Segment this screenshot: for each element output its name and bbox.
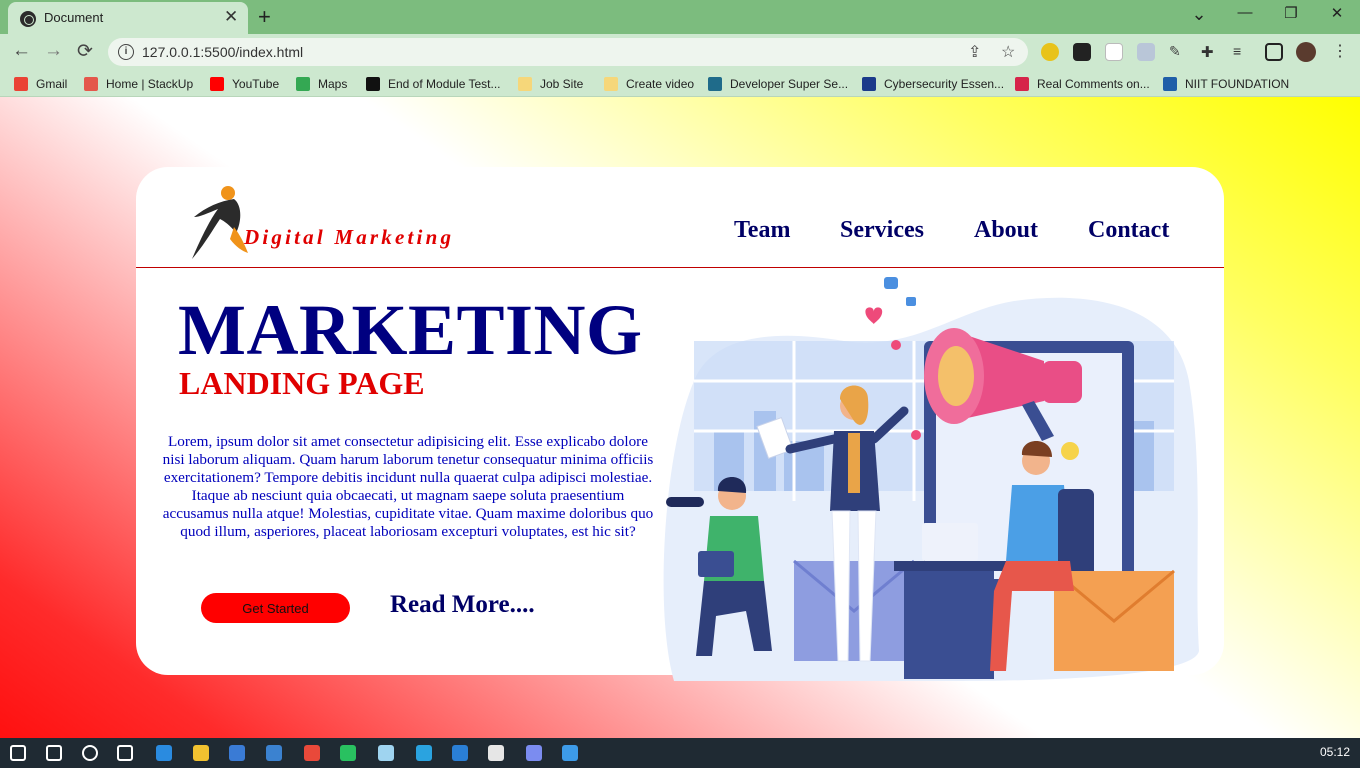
- bookmark-item[interactable]: Developer Super Se...: [708, 75, 848, 93]
- tab-strip: Document ✕ + ⌄ — ❐ ✕: [0, 0, 1360, 34]
- forward-button[interactable]: →: [44, 40, 63, 62]
- app-icon[interactable]: [526, 745, 542, 761]
- nav-link-about[interactable]: About: [974, 217, 1038, 244]
- bookmark-item[interactable]: Cybersecurity Essen...: [862, 75, 1004, 93]
- photos-icon[interactable]: [562, 745, 578, 761]
- bookmark-favicon-icon: [1163, 77, 1177, 91]
- bookmark-label: NIIT FOUNDATION: [1185, 77, 1290, 91]
- new-tab-button[interactable]: +: [258, 4, 271, 30]
- bookmark-item[interactable]: Real Comments on...: [1015, 75, 1150, 93]
- telegram-icon[interactable]: [416, 745, 432, 761]
- bookmark-label: Cybersecurity Essen...: [884, 77, 1005, 91]
- logo-text[interactable]: Digital Marketing: [244, 225, 454, 250]
- mail-icon[interactable]: [266, 745, 282, 761]
- nav-link-contact[interactable]: Contact: [1088, 217, 1169, 244]
- nav-link-team[interactable]: Team: [734, 217, 790, 244]
- vscode-icon[interactable]: [452, 745, 468, 761]
- bookmark-item[interactable]: Home | StackUp: [84, 75, 193, 93]
- close-window-button[interactable]: ✕: [1314, 4, 1360, 22]
- file-explorer-icon[interactable]: [193, 745, 209, 761]
- bookmark-label: YouTube: [232, 77, 280, 91]
- site-info-icon[interactable]: i: [118, 44, 134, 60]
- bookmark-item[interactable]: NIIT FOUNDATION: [1163, 75, 1289, 93]
- logo-icon: [192, 186, 248, 259]
- url-text[interactable]: 127.0.0.1:5500/index.html: [142, 44, 303, 60]
- bookmark-label: Maps: [318, 77, 348, 91]
- media-control-icon[interactable]: ≡: [1233, 43, 1251, 61]
- landing-card: Digital Marketing Team Services About Co…: [136, 167, 1224, 681]
- bookmark-label: Home | StackUp: [106, 77, 194, 91]
- get-started-button[interactable]: Get Started: [201, 593, 350, 623]
- bookmark-label: Gmail: [36, 77, 68, 91]
- clock[interactable]: 05:12: [1320, 745, 1350, 759]
- header-divider: [136, 267, 1224, 268]
- bookmark-favicon-icon: [708, 77, 722, 91]
- bookmark-favicon-icon: [604, 77, 618, 91]
- bookmark-favicon-icon: [518, 77, 532, 91]
- extensions-puzzle-icon[interactable]: ✚: [1201, 43, 1219, 61]
- marketing-illustration: [663, 277, 1199, 681]
- eyedropper-icon[interactable]: ✎: [1169, 43, 1187, 61]
- bookmark-item[interactable]: YouTube: [210, 75, 279, 93]
- start-icon[interactable]: [10, 745, 26, 761]
- search-icon[interactable]: [46, 745, 62, 761]
- extension-icon[interactable]: [1073, 43, 1091, 61]
- page-background: Digital Marketing Team Services About Co…: [0, 97, 1360, 738]
- bookmark-favicon-icon: [296, 77, 310, 91]
- browser-tab[interactable]: Document ✕: [8, 2, 248, 34]
- bookmark-label: Real Comments on...: [1037, 77, 1150, 91]
- bookmark-item[interactable]: Gmail: [14, 75, 67, 93]
- bookmark-item[interactable]: Create video: [604, 75, 694, 93]
- tab-search-dropdown-icon[interactable]: ⌄: [1176, 4, 1222, 25]
- bookmark-favicon-icon: [1015, 77, 1029, 91]
- bookmark-label: Developer Super Se...: [730, 77, 849, 91]
- avatar[interactable]: [1296, 42, 1316, 62]
- bookmark-label: Job Site: [540, 77, 584, 91]
- bookmark-favicon-icon: [366, 77, 380, 91]
- globe-icon: [20, 11, 36, 27]
- chrome-icon[interactable]: [304, 745, 320, 761]
- menu-kebab-icon[interactable]: ⋮: [1332, 41, 1350, 60]
- bookmark-favicon-icon: [84, 77, 98, 91]
- windows-taskbar: 05:12: [0, 738, 1360, 768]
- share-icon[interactable]: ⇪: [968, 42, 981, 62]
- reload-button[interactable]: ⟳: [77, 40, 93, 63]
- extension-icon[interactable]: [1137, 43, 1155, 61]
- extension-icon[interactable]: [1041, 43, 1059, 61]
- address-bar[interactable]: i 127.0.0.1:5500/index.html ⇪ ☆: [108, 38, 1028, 66]
- back-button[interactable]: ←: [12, 40, 31, 62]
- bookmark-favicon-icon: [14, 77, 28, 91]
- bookmark-favicon-icon: [862, 77, 876, 91]
- bookmark-item[interactable]: Job Site: [518, 75, 583, 93]
- store-icon[interactable]: [229, 745, 245, 761]
- bookmark-favicon-icon: [210, 77, 224, 91]
- bookmark-label: End of Module Test...: [388, 77, 501, 91]
- hero-title: MARKETING: [178, 290, 643, 370]
- edge-icon[interactable]: [156, 745, 172, 761]
- restore-button[interactable]: ❐: [1268, 4, 1314, 22]
- bookmark-item[interactable]: End of Module Test...: [366, 75, 501, 93]
- whatsapp-icon[interactable]: [340, 745, 356, 761]
- bookmark-label: Create video: [626, 77, 695, 91]
- close-tab-icon[interactable]: ✕: [224, 7, 238, 27]
- read-more-link[interactable]: Read More....: [390, 591, 535, 619]
- notepad-icon[interactable]: [378, 745, 394, 761]
- cortana-icon[interactable]: [82, 745, 98, 761]
- extension-icon[interactable]: [1105, 43, 1123, 61]
- bookmark-item[interactable]: Maps: [296, 75, 347, 93]
- minimize-button[interactable]: —: [1222, 4, 1268, 21]
- hero-description: Lorem, ipsum dolor sit amet consectetur …: [162, 433, 654, 540]
- settings-icon[interactable]: [488, 745, 504, 761]
- bookmark-star-icon[interactable]: ☆: [1001, 42, 1015, 62]
- nav-link-services[interactable]: Services: [840, 217, 924, 244]
- side-panel-icon[interactable]: [1265, 43, 1283, 61]
- task-view-icon[interactable]: [117, 745, 133, 761]
- tab-title: Document: [44, 10, 104, 25]
- hero-subtitle: LANDING PAGE: [179, 365, 425, 401]
